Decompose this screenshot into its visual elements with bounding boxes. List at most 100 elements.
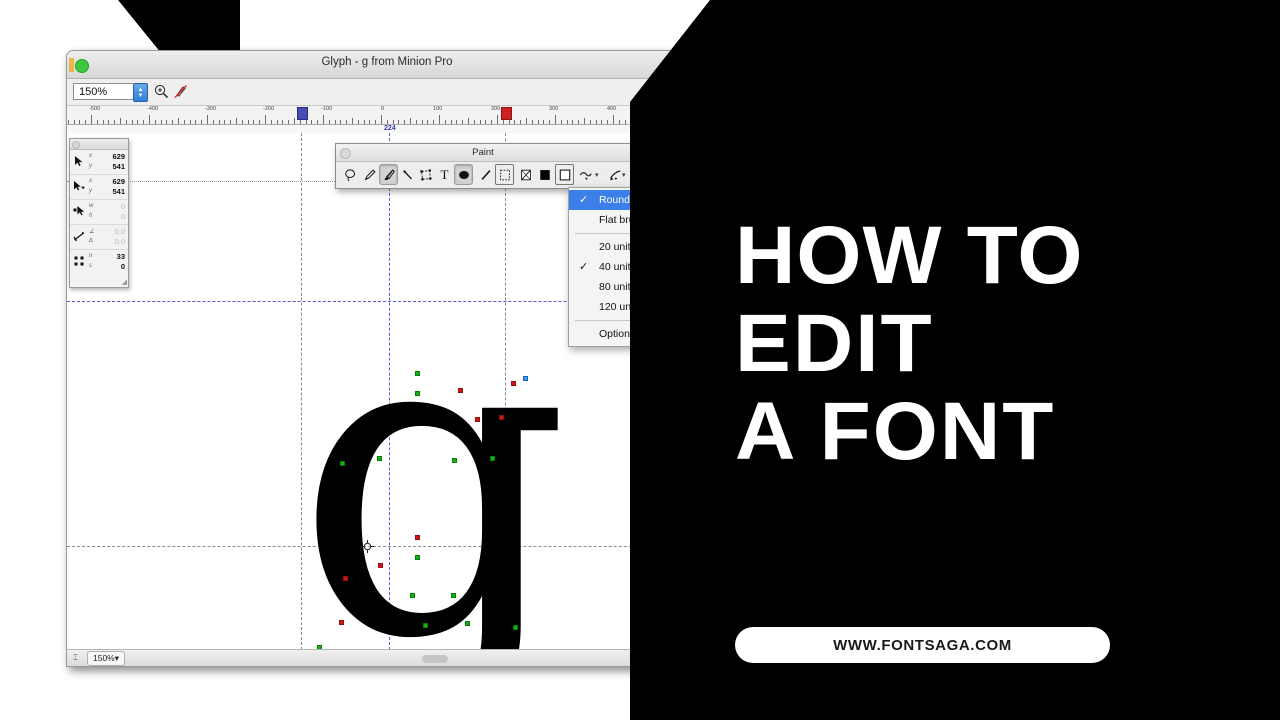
ruler-tick	[311, 120, 313, 124]
control-point-off-curve[interactable]	[339, 620, 344, 625]
control-point-on-curve[interactable]	[410, 593, 415, 598]
control-point-on-curve[interactable]	[513, 625, 518, 630]
zoom-stepper[interactable]: ▲ ▼	[133, 83, 148, 102]
ruler-tick	[386, 120, 388, 124]
info-label: s	[89, 263, 92, 269]
line-tool[interactable]	[398, 164, 417, 185]
ruler-tick	[514, 120, 516, 124]
ruler-width-marker[interactable]	[501, 107, 512, 120]
control-point-off-curve[interactable]	[458, 388, 463, 393]
curve-tool-caret-icon[interactable]: ▾	[595, 171, 602, 179]
website-url-pill[interactable]: WWW.FONTSAGA.COM	[735, 627, 1110, 663]
pencil-tool[interactable]	[360, 164, 379, 185]
ruler-tick	[334, 120, 336, 124]
rectangle-tool[interactable]	[495, 164, 514, 185]
control-point-off-curve[interactable]	[343, 576, 348, 581]
control-point-on-curve[interactable]	[423, 623, 428, 628]
horizontal-scrollbar-thumb[interactable]	[422, 655, 448, 663]
promo-panel: HOW TO EDIT A FONT WWW.FONTSAGA.COM	[735, 0, 1280, 720]
ruler-tick	[555, 115, 556, 124]
text-tool[interactable]: T	[435, 164, 454, 185]
paint-palette-title: Paint	[472, 147, 494, 158]
zoom-in-icon[interactable]	[153, 83, 170, 100]
glyph-outline[interactable]: g	[295, 268, 570, 650]
ruler-tick	[456, 120, 458, 124]
info-palette-titlebar[interactable]	[70, 139, 128, 150]
ruler-tick	[328, 120, 330, 124]
checkmark-icon: ✓	[579, 261, 589, 273]
info-value: 541	[112, 162, 125, 171]
control-point-on-curve[interactable]	[415, 371, 420, 376]
checkmark-icon: ✓	[579, 194, 589, 206]
info-value: 0	[120, 202, 125, 211]
info-label: x	[89, 178, 92, 184]
info-palette-rows: x y 629 541 x y 629 541 w h 0 0 ∠ ∆ 0.0 0.0 n s 33 0	[70, 150, 128, 274]
brush-style-caret-icon[interactable]: ▾	[622, 171, 629, 179]
ruler-label: -200	[263, 106, 275, 112]
ruler-tick	[224, 120, 226, 124]
control-point-on-curve[interactable]	[451, 593, 456, 598]
control-point-on-curve[interactable]	[465, 621, 470, 626]
control-point-off-curve[interactable]	[415, 535, 420, 540]
control-point-on-curve[interactable]	[452, 458, 457, 463]
resize-grip-icon[interactable]: ⌶	[73, 653, 78, 663]
ruler-tick	[195, 120, 197, 124]
ruler-tick	[352, 118, 353, 124]
control-point-on-curve[interactable]	[415, 391, 420, 396]
status-zoom-dropdown[interactable]: 150%▾	[87, 651, 126, 666]
ruler-tick	[120, 118, 121, 124]
control-point-off-curve[interactable]	[511, 381, 516, 386]
control-point-selected[interactable]	[523, 376, 528, 381]
info-palette-resize-icon[interactable]: ◢	[122, 278, 127, 286]
control-point-off-curve[interactable]	[378, 563, 383, 568]
info-label: h	[89, 213, 93, 219]
arrow-pointer-icon	[73, 155, 86, 168]
info-value: 0.0	[114, 237, 125, 246]
ruler-tick	[270, 120, 272, 124]
stroke-line-tool[interactable]	[476, 164, 495, 185]
no-fill-swatch[interactable]	[516, 164, 535, 185]
ruler-origin-marker[interactable]	[297, 107, 308, 120]
lasso-tool[interactable]	[341, 164, 360, 185]
brush-tool[interactable]	[379, 164, 398, 185]
nodes-icon	[73, 255, 86, 268]
ruler-tick	[149, 115, 150, 124]
no-zoom-icon[interactable]	[172, 83, 189, 100]
ruler-tick	[114, 120, 116, 124]
control-point-on-curve[interactable]	[415, 555, 420, 560]
ruler-tick	[439, 115, 440, 124]
ruler-tick	[137, 120, 139, 124]
ruler-tick	[549, 120, 551, 124]
info-value: 0.0	[114, 227, 125, 236]
zoom-input[interactable]: 150%	[73, 83, 133, 100]
info-label: x	[89, 153, 92, 159]
ruler-tick	[236, 118, 237, 124]
arrow-delta-icon	[73, 205, 86, 218]
ruler-label: -300	[205, 106, 217, 112]
ruler-tick	[607, 120, 609, 124]
black-swatch[interactable]	[535, 164, 554, 185]
white-swatch[interactable]	[555, 164, 574, 185]
curve-tool[interactable]	[576, 164, 595, 185]
control-point-off-curve[interactable]	[499, 415, 504, 420]
ruler-tick	[143, 120, 145, 124]
filled-ellipse-tool[interactable]	[454, 164, 473, 185]
advance-width-label: 224	[384, 125, 396, 132]
control-point-on-curve[interactable]	[377, 456, 382, 461]
horizontal-ruler[interactable]: -500-400-300-200-10001002003004005006007…	[67, 106, 707, 125]
ruler-label: 200	[491, 106, 501, 112]
ruler-tick	[381, 115, 382, 124]
ruler-tick	[415, 120, 417, 124]
info-value: 541	[112, 187, 125, 196]
ruler-tick	[218, 120, 220, 124]
ruler-tick	[282, 120, 284, 124]
ruler-tick	[369, 120, 371, 124]
info-palette-close-icon[interactable]	[72, 141, 80, 149]
paint-palette-titlebar[interactable]: Paint	[336, 144, 630, 162]
ruler-tick	[265, 115, 266, 124]
control-point-on-curve[interactable]	[490, 456, 495, 461]
ruler-tick	[253, 120, 255, 124]
polygon-tool[interactable]	[416, 164, 435, 185]
control-point-on-curve[interactable]	[340, 461, 345, 466]
control-point-off-curve[interactable]	[475, 417, 480, 422]
